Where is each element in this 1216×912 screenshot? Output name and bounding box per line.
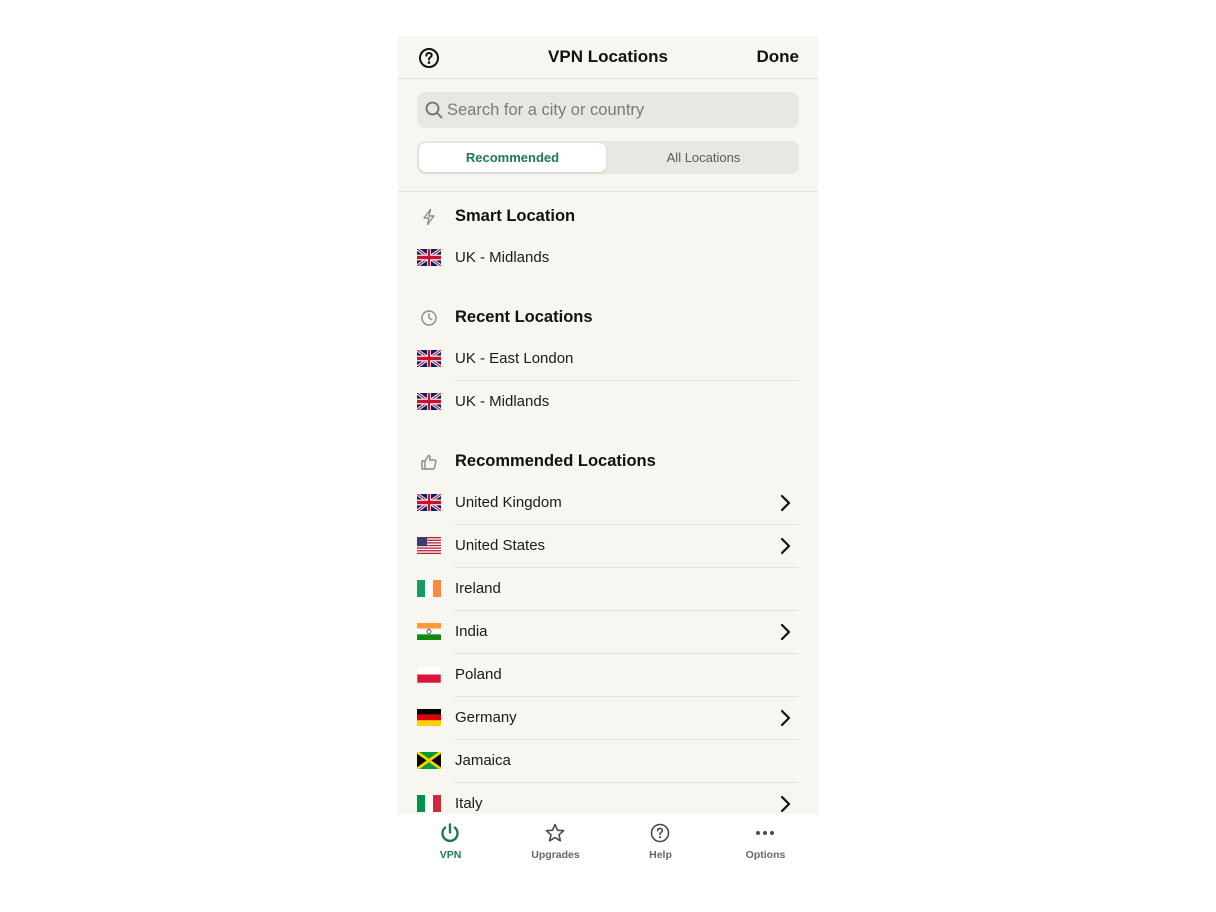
chevron-right-icon [780, 537, 791, 555]
location-row-india[interactable]: India [398, 611, 818, 654]
location-label: Poland [455, 666, 502, 683]
tab-vpn[interactable]: VPN [398, 814, 503, 876]
section-title: Recent Locations [455, 308, 593, 326]
chevron-right-icon [780, 623, 791, 641]
location-row[interactable]: UK - Midlands [398, 237, 818, 280]
tab-help[interactable]: Help [608, 814, 713, 876]
flag-gb-icon [417, 350, 441, 367]
location-label: United Kingdom [455, 494, 562, 511]
flag-in-icon [417, 623, 441, 640]
location-label: UK - Midlands [455, 393, 550, 410]
tab-label: Upgrades [531, 849, 580, 861]
search-icon [425, 101, 443, 119]
ellipsis-icon [756, 831, 774, 835]
flag-de-icon [417, 709, 441, 726]
page-title: VPN Locations [548, 47, 668, 66]
location-label: UK - Midlands [455, 249, 550, 266]
chevron-right-icon [780, 795, 791, 813]
location-label: United States [455, 537, 546, 554]
flag-gb-icon [417, 393, 441, 410]
tab-options[interactable]: Options [713, 814, 818, 876]
tab-recommended[interactable]: Recommended [419, 143, 606, 172]
location-row[interactable]: UK - Midlands [398, 381, 818, 424]
thumbs-up-icon [421, 454, 437, 470]
flag-us-icon [417, 537, 441, 554]
tab-label: VPN [439, 849, 462, 861]
flag-it-icon [417, 795, 441, 812]
location-row-ireland[interactable]: Ireland [398, 568, 818, 611]
flag-pl-icon [417, 666, 441, 683]
divider [398, 191, 818, 192]
search-bar [417, 92, 799, 128]
flag-gb-icon [417, 494, 441, 511]
chevron-right-icon [780, 494, 791, 512]
location-row[interactable]: UK - East London [398, 338, 818, 381]
location-row-poland[interactable]: Poland [398, 654, 818, 697]
location-row-united-states[interactable]: United States [398, 525, 818, 568]
section-header-smart-location: Smart Location [398, 202, 818, 232]
star-icon [545, 823, 565, 842]
location-label: UK - East London [455, 350, 574, 367]
flag-gb-icon [417, 249, 441, 266]
section-title: Smart Location [455, 207, 576, 225]
location-label: Jamaica [455, 752, 511, 769]
location-row-jamaica[interactable]: Jamaica [398, 740, 818, 783]
location-row-germany[interactable]: Germany [398, 697, 818, 740]
search-input[interactable] [447, 92, 787, 128]
done-button[interactable]: Done [757, 47, 800, 67]
section-title: Recommended Locations [455, 452, 656, 470]
tab-label: Options [745, 849, 786, 861]
location-filter-segment: Recommended All Locations [417, 141, 799, 174]
location-label: Italy [455, 795, 483, 812]
section-header-recommended-locations: Recommended Locations [398, 447, 818, 477]
location-row-united-kingdom[interactable]: United Kingdom [398, 482, 818, 525]
vpn-locations-screen: VPN Locations Done Recommended All Locat… [398, 36, 818, 876]
bottom-tab-bar: VPN Upgrades Help Options [398, 814, 818, 876]
flag-ie-icon [417, 580, 441, 597]
nav-header: VPN Locations Done [398, 36, 818, 79]
power-icon [441, 823, 459, 842]
section-header-recent-locations: Recent Locations [398, 303, 818, 333]
location-label: Ireland [455, 580, 501, 597]
tab-all-locations[interactable]: All Locations [610, 143, 797, 172]
clock-icon [421, 310, 437, 326]
location-label: Germany [455, 709, 517, 726]
tab-label: Help [649, 849, 672, 861]
chevron-right-icon [780, 709, 791, 727]
question-circle-icon [650, 823, 670, 843]
bolt-icon [423, 208, 435, 226]
flag-jm-icon [417, 752, 441, 769]
location-label: India [455, 623, 488, 640]
tab-upgrades[interactable]: Upgrades [503, 814, 608, 876]
